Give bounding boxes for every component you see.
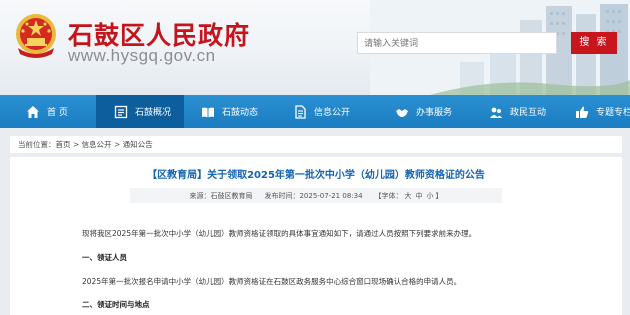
nav-label: 办事服务 <box>416 108 453 118</box>
article-title: 【区教育局】关于领取2025年第一批次中小学（幼儿园）教师资格证的公告 <box>147 170 485 181</box>
breadcrumb-separator: > <box>111 140 123 149</box>
source-value: 石鼓区教育局 <box>210 191 253 200</box>
breadcrumb-home[interactable]: 首页 <box>56 140 71 149</box>
section-heading: 一、领证人员 <box>82 253 127 262</box>
breadcrumb: 当前位置：首页 > 信息公开 > 通知公告 <box>10 136 622 153</box>
source-label: 来源： <box>189 191 211 200</box>
document-icon <box>295 104 306 119</box>
search-input[interactable] <box>357 32 557 54</box>
nav-item-home[interactable]: 首 页 <box>0 95 96 128</box>
search-button[interactable]: 搜 索 <box>571 32 617 54</box>
font-size-medium-button[interactable]: 中 <box>416 191 423 201</box>
font-size-small-button[interactable]: 小 <box>427 191 434 201</box>
article-meta: 来源： 石鼓区教育局 发布时间： 2025-07-21 08:34 【字体： 大… <box>130 188 502 203</box>
nav-item-news[interactable]: 石鼓动态 <box>184 95 273 128</box>
site-url: www.hysgq.gov.cn <box>68 46 216 65</box>
article-content: 【区教育局】关于领取2025年第一批次中小学（幼儿园）教师资格证的公告 来源： … <box>10 157 622 315</box>
date-label: 发布时间： <box>264 191 300 200</box>
nav-label: 政民互动 <box>510 108 547 118</box>
book-icon <box>202 107 214 117</box>
handshake-icon <box>396 108 408 117</box>
national-emblem-icon <box>16 14 56 58</box>
font-size-large-button[interactable]: 大 <box>405 191 412 201</box>
font-size-label: 【字体： <box>374 191 403 200</box>
font-size-end: 】 <box>435 191 443 200</box>
main-nav: 首 页 石鼓概况 石鼓动态 信息公开 办事服务 政民互动 专题专栏 <box>0 95 630 128</box>
nav-label: 信息公开 <box>314 108 351 118</box>
article-paragraph: 现将我区2025年第一批次中小学（幼儿园）教师资格证领取的具体事宜通知如下，请通… <box>82 229 477 238</box>
date-value: 2025-07-21 08:34 <box>299 191 363 200</box>
breadcrumb-separator: > <box>70 140 82 149</box>
overview-icon <box>114 105 128 118</box>
nav-item-interaction[interactable]: 政民互动 <box>459 95 549 128</box>
interaction-icon <box>490 107 502 118</box>
breadcrumb-prefix: 当前位置： <box>18 140 56 149</box>
breadcrumb-notices[interactable]: 通知公告 <box>123 140 153 149</box>
section-heading: 二、领证时间与地点 <box>82 300 150 309</box>
nav-item-overview[interactable]: 石鼓概况 <box>96 95 184 128</box>
nav-item-services[interactable]: 办事服务 <box>365 95 459 128</box>
nav-item-info-public[interactable]: 信息公开 <box>273 95 365 128</box>
nav-label: 专题专栏 <box>596 108 630 118</box>
article-paragraph: 2025年第一批次报名申请中小学（幼儿园）教师资格证在石鼓区政务服务中心综合窗口… <box>82 277 462 286</box>
breadcrumb-info-public[interactable]: 信息公开 <box>82 140 112 149</box>
nav-item-special[interactable]: 专题专栏 <box>549 95 630 128</box>
thumbs-up-icon <box>576 106 589 118</box>
site-header: 石鼓区人民政府 www.hysgq.gov.cn 搜 索 <box>0 0 630 95</box>
nav-label: 首 页 <box>47 108 68 118</box>
nav-label: 石鼓概况 <box>135 108 172 118</box>
home-icon <box>27 105 39 118</box>
nav-label: 石鼓动态 <box>222 108 259 118</box>
